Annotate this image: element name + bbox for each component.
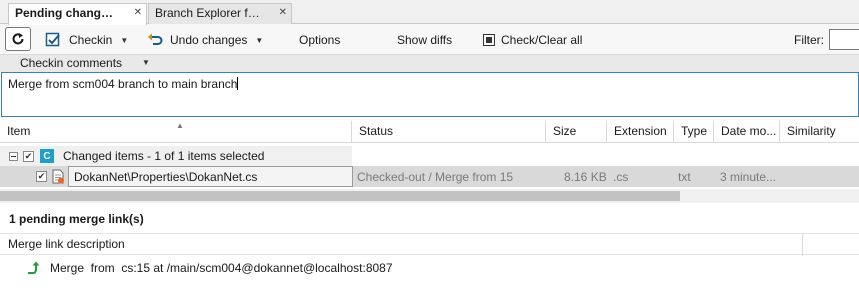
horizontal-scrollbar[interactable] — [0, 189, 859, 203]
checkin-comment-field[interactable]: Merge from scm004 branch to main branch — [1, 72, 859, 117]
item-path-cell[interactable]: DokanNet\Properties\DokanNet.cs — [68, 166, 353, 187]
pending-merge-links-label: 1 pending merge link(s) — [9, 212, 144, 226]
column-header-extension-label: Extension — [614, 124, 667, 138]
check-clear-all-button[interactable]: Check/Clear all — [483, 30, 582, 50]
type-cell: txt — [678, 170, 691, 184]
column-divider — [802, 234, 803, 256]
scrollbar-thumb[interactable] — [0, 191, 680, 201]
checkin-icon — [45, 32, 60, 47]
tab-strip: Pending chang… ✕ Branch Explorer f… ✕ — [0, 0, 859, 25]
refresh-icon — [12, 33, 24, 45]
chevron-down-icon[interactable]: ▼ — [120, 36, 128, 45]
options-button[interactable]: Options — [299, 30, 340, 50]
tab-pending-changes-label: Pending chang… — [15, 6, 114, 20]
date-cell: 3 minute... — [720, 170, 777, 184]
group-row-changed-items[interactable]: ✔ C Changed items - 1 of 1 items selecte… — [0, 146, 352, 166]
column-header-date-label: Date mo... — [721, 124, 777, 138]
checkin-comment-text: Merge from scm004 branch to main branch — [8, 77, 238, 91]
undo-changes-label: Undo changes — [170, 33, 248, 47]
sort-ascending-icon: ▲ — [176, 121, 184, 130]
checkin-comments-label: Checkin comments — [20, 56, 123, 70]
column-header-status[interactable]: Status — [352, 121, 546, 143]
merge-arrow-icon — [28, 261, 40, 274]
column-header-type[interactable]: Type — [674, 121, 714, 143]
group-checkbox[interactable]: ✔ — [23, 150, 34, 162]
checkbox-icon — [483, 34, 495, 46]
filter-input[interactable] — [829, 29, 859, 50]
close-icon[interactable]: ✕ — [134, 7, 142, 18]
options-label: Options — [299, 33, 341, 47]
column-header-item-label: Item — [7, 124, 31, 138]
column-header-similarity-label: Similarity — [787, 124, 836, 138]
chevron-down-icon[interactable]: ▼ — [255, 36, 263, 45]
group-label: Changed items - 1 of 1 items selected — [63, 149, 265, 163]
column-header-size-label: Size — [553, 124, 577, 138]
column-header-similarity[interactable]: Similarity — [780, 121, 859, 143]
row-checkbox[interactable]: ✔ — [36, 171, 47, 182]
size-cell: 8.16 KB — [564, 170, 607, 184]
items-grid-header: Item ▲ Status Size Extension Type Date m… — [0, 121, 859, 143]
chevron-down-icon[interactable]: ▼ — [142, 58, 150, 67]
check-clear-all-label: Check/Clear all — [501, 33, 583, 47]
column-header-type-label: Type — [681, 124, 708, 138]
merge-link-item[interactable]: Merge from cs:15 at /main/scm004@dokanne… — [26, 259, 393, 277]
undo-icon — [148, 33, 163, 45]
column-header-date-modified[interactable]: Date mo... — [714, 121, 780, 143]
toolbar: Checkin ▼ Undo changes ▼ Options Show di… — [0, 24, 859, 55]
tab-branch-explorer[interactable]: Branch Explorer f… ✕ — [148, 3, 292, 24]
show-diffs-button[interactable]: Show diffs — [397, 30, 452, 50]
column-header-extension[interactable]: Extension — [607, 121, 674, 143]
extension-cell: .cs — [613, 170, 629, 184]
show-diffs-label: Show diffs — [397, 33, 453, 47]
undo-changes-button[interactable]: Undo changes ▼ — [147, 30, 263, 50]
checkin-label: Checkin — [69, 33, 113, 47]
tab-branch-explorer-label: Branch Explorer f… — [155, 6, 260, 20]
tab-pending-changes[interactable]: Pending chang… ✕ — [8, 3, 147, 25]
filter-label: Filter: — [794, 33, 824, 47]
collapse-icon[interactable] — [9, 151, 18, 161]
merge-link-description-header[interactable]: Merge link description — [8, 237, 125, 251]
column-header-status-label: Status — [359, 124, 394, 138]
file-icon — [52, 169, 64, 184]
refresh-button[interactable] — [5, 27, 31, 51]
merge-links-header: Merge link description — [0, 233, 859, 256]
changed-icon: C — [40, 149, 54, 163]
status-cell: Checked-out / Merge from 15 — [357, 170, 514, 184]
checkin-comments-header[interactable]: Checkin comments ▼ — [0, 55, 859, 72]
close-icon[interactable]: ✕ — [279, 7, 287, 18]
merge-link-text: Merge from cs:15 at /main/scm004@dokanne… — [50, 261, 393, 275]
table-row[interactable]: ✔ DokanNet\Properties\DokanNet.cs Checke… — [0, 166, 859, 187]
checkin-button[interactable]: Checkin ▼ — [45, 30, 128, 50]
text-cursor — [237, 77, 239, 90]
column-header-size[interactable]: Size — [546, 121, 607, 143]
